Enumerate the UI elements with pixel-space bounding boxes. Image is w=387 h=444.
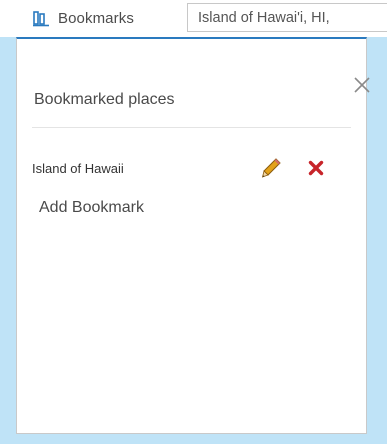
toolbar: Bookmarks <box>0 0 387 37</box>
page: Bookmarks Bookmarked places Island of Ha… <box>0 0 387 444</box>
bookmark-row: Island of Hawaii <box>32 157 332 183</box>
bookmark-name[interactable]: Island of Hawaii <box>32 161 124 176</box>
delete-bookmark-button[interactable] <box>308 160 324 176</box>
add-bookmark-button[interactable]: Add Bookmark <box>39 199 144 217</box>
tab-bookmarks-label: Bookmarks <box>58 10 134 27</box>
bookmarks-panel: Bookmarked places <box>16 37 367 434</box>
edit-bookmark-button[interactable] <box>260 157 282 179</box>
close-button[interactable] <box>353 76 371 94</box>
panel-title: Bookmarked places <box>34 91 175 108</box>
bookmark-icon <box>33 10 50 27</box>
pencil-icon <box>260 158 282 183</box>
delete-icon <box>308 160 324 180</box>
search-input[interactable] <box>187 3 387 32</box>
close-icon <box>353 77 371 98</box>
tab-bookmarks[interactable]: Bookmarks <box>17 0 186 37</box>
divider <box>32 127 351 128</box>
